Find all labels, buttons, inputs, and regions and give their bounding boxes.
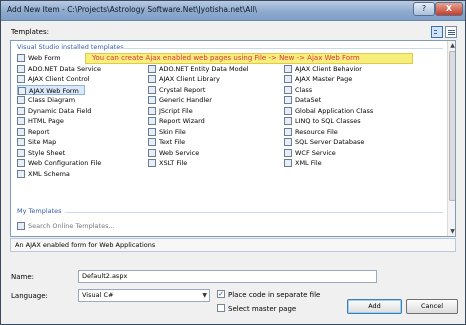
template-item-label: WCF Service [295,148,336,157]
ajax-icon [148,75,156,83]
dataset-icon [284,96,292,104]
skin-icon [148,127,156,136]
web-service-icon [148,148,156,157]
add-button[interactable]: Add [347,299,402,314]
template-item-label: AJAX Master Page [295,75,353,83]
xml-icon [284,159,292,167]
template-item-label: Dynamic Data Field [28,106,92,115]
window-title: Add New Item - C:\Projects\Astrology Sof… [7,5,258,14]
ajax-icon [284,64,292,73]
template-item-label: XSLT File [159,159,188,167]
global-icon [284,106,292,115]
close-button[interactable]: X [435,2,463,16]
template-item-label: AJAX Web Form [29,86,79,95]
name-input[interactable]: Default2.aspx [78,270,377,283]
linq-icon [284,117,292,125]
data-service-icon [17,64,25,73]
report-icon [148,85,156,94]
templates-label: Templates: [11,28,49,36]
name-label: Name: [11,273,35,281]
chevron-down-icon[interactable]: ▼ [202,290,207,301]
language-value: Visual C# [82,291,114,299]
template-item[interactable]: AJAX Web Form [17,84,85,95]
group-header-my-templates: My Templates [17,207,62,215]
language-dropdown[interactable]: Visual C# ▼ [78,289,210,302]
wcf-icon [284,148,292,157]
template-item-label: Class [295,85,313,94]
search-online-icon [17,222,25,230]
annotation-callout: You can create Ajax enabled web pages us… [85,53,413,64]
template-item-label: XML File [295,159,322,167]
report-icon [148,117,156,125]
class-icon [284,85,292,94]
template-item-label: Class Diagram [28,96,76,104]
group-divider [65,212,443,213]
template-item-label: Resource File [295,127,338,136]
template-item-label: JScript File [159,106,193,115]
template-item-label: Generic Handler [159,96,212,104]
master-page-icon [284,75,292,83]
template-item-label: Web Configuration File [28,159,102,167]
separate-file-label: Place code in separate file [228,291,321,299]
entity-model-icon [148,64,156,73]
template-item-label: Report Wizard [159,117,205,125]
large-icons-view-icon[interactable] [431,26,443,38]
scroll-thumb[interactable] [449,51,455,201]
xslt-icon [148,159,156,167]
group-divider [119,48,443,49]
small-icons-view-icon[interactable] [445,26,457,38]
config-icon [17,159,25,167]
help-button[interactable]: ? [413,2,435,16]
separate-file-checkbox[interactable]: ✓ [217,290,225,298]
ajax-icon [17,75,25,83]
script-icon [148,106,156,115]
schema-icon [17,169,25,178]
handler-icon [148,96,156,104]
template-item-label: DataSet [295,96,322,104]
vertical-scrollbar[interactable]: ▲ ▼ [447,41,455,236]
template-item-label: Text File [159,138,186,146]
diagram-icon [17,96,25,104]
template-item-label: Style Sheet [28,148,66,157]
report-icon [17,127,25,136]
web-form-icon [18,86,26,95]
web-form-icon [17,54,25,62]
html-icon [17,117,25,125]
text-file-icon [148,138,156,146]
stylesheet-icon [17,148,25,157]
template-item-label: HTML Page [28,117,64,125]
scroll-down-arrow-icon[interactable]: ▼ [448,227,455,236]
language-label: Language: [11,292,48,300]
template-item-label: AJAX Client Library [159,75,220,83]
title-bar[interactable]: Add New Item - C:\Projects\Astrology Sof… [1,1,465,21]
template-item-label: XML Schema [28,169,70,178]
template-item-label: ADO.NET Entity Data Model [159,64,249,73]
template-item-label: SQL Server Database [295,138,365,146]
template-item-label: AJAX Client Control [28,75,90,83]
cancel-button[interactable]: Cancel [406,299,458,314]
add-new-item-dialog: Add New Item - C:\Projects\Astrology Sof… [0,0,466,325]
template-description: An AJAX enabled form for Web Application… [10,238,456,252]
template-item-label: AJAX Client Behavior [295,64,362,73]
master-page-label: Select master page [228,305,297,313]
resource-icon [284,127,292,136]
group-header-installed: Visual Studio installed templates [17,43,124,51]
template-item-label: Web Form [28,54,61,62]
template-item-label: Skin File [159,127,186,136]
template-item-label: Crystal Report [159,85,206,94]
sitemap-icon [17,138,25,146]
templates-list[interactable]: Visual Studio installed templates Web Fo… [10,40,456,237]
template-item-label: Report [28,127,50,136]
template-item-label: ADO.NET Data Service [28,64,101,73]
template-item-label: Web Service [159,148,200,157]
scroll-up-arrow-icon[interactable]: ▲ [448,41,455,50]
template-item-label: Site Map [28,138,57,146]
data-field-icon [17,106,25,115]
template-item-label: LINQ to SQL Classes [295,117,361,125]
master-page-checkbox[interactable] [217,304,225,312]
template-item-label: Global Application Class [295,106,374,115]
database-icon [284,138,292,146]
